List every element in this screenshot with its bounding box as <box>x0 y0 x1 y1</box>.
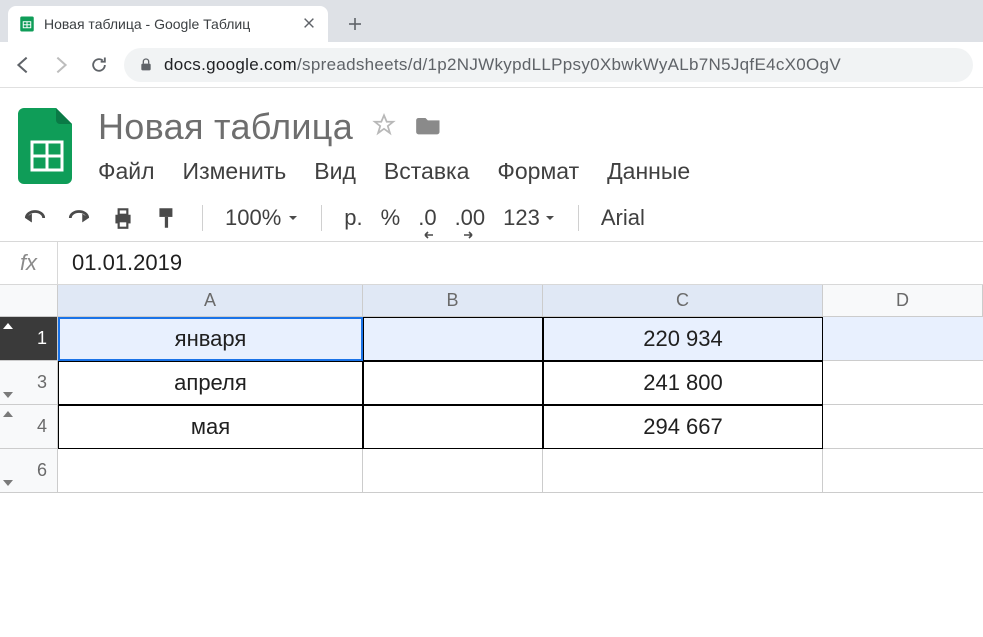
folder-icon[interactable] <box>415 111 443 144</box>
chevron-down-icon <box>287 212 299 224</box>
table-row: 6 <box>0 449 983 493</box>
sheet-toolbar: 100% р. % .0 .00 123 Arial <box>0 189 983 241</box>
menu-data[interactable]: Данные <box>607 158 690 185</box>
print-button[interactable] <box>110 205 136 231</box>
currency-button[interactable]: р. <box>344 205 362 231</box>
cell-d3[interactable] <box>823 361 983 405</box>
cell-b6[interactable] <box>363 449 543 493</box>
number-format-dropdown[interactable]: 123 <box>503 205 556 231</box>
row-header[interactable]: 6 <box>0 449 58 493</box>
select-all-corner[interactable] <box>0 285 58 316</box>
chevron-down-icon <box>544 212 556 224</box>
column-header-d[interactable]: D <box>823 285 983 316</box>
expand-down-icon[interactable] <box>3 480 13 486</box>
column-header-b[interactable]: B <box>363 285 543 316</box>
cell-a6[interactable] <box>58 449 363 493</box>
column-header-a[interactable]: A <box>58 285 363 316</box>
browser-toolbar: docs.google.com/spreadsheets/d/1p2NJWkyp… <box>0 42 983 88</box>
row-header[interactable]: 3 <box>0 361 58 405</box>
menu-insert[interactable]: Вставка <box>384 158 470 185</box>
menu-file[interactable]: Файл <box>98 158 155 185</box>
decrease-decimal-button[interactable]: .0 <box>418 205 436 231</box>
increase-decimal-button[interactable]: .00 <box>455 205 486 231</box>
menu-edit[interactable]: Изменить <box>183 158 287 185</box>
zoom-value: 100% <box>225 205 281 231</box>
column-headers: A B C D <box>0 285 983 317</box>
menu-bar: Файл Изменить Вид Вставка Формат Данные <box>98 158 690 185</box>
arrow-right-icon <box>461 231 475 239</box>
font-family-dropdown[interactable]: Arial <box>601 205 645 231</box>
cell-d1[interactable] <box>823 317 983 361</box>
cell-a4[interactable]: мая <box>58 405 363 449</box>
cell-b4[interactable] <box>363 405 543 449</box>
zoom-dropdown[interactable]: 100% <box>225 205 299 231</box>
toolbar-separator <box>202 205 203 231</box>
close-icon[interactable] <box>302 16 318 32</box>
back-button[interactable] <box>10 52 36 78</box>
cell-d4[interactable] <box>823 405 983 449</box>
redo-button[interactable] <box>66 205 92 231</box>
doc-title[interactable]: Новая таблица <box>98 106 353 148</box>
row-header[interactable]: 1 <box>0 317 58 361</box>
tab-title: Новая таблица - Google Таблиц <box>44 16 294 32</box>
cell-a3[interactable]: апреля <box>58 361 363 405</box>
row-header[interactable]: 4 <box>0 405 58 449</box>
star-icon[interactable] <box>371 112 397 143</box>
menu-format[interactable]: Формат <box>497 158 579 185</box>
address-bar[interactable]: docs.google.com/spreadsheets/d/1p2NJWkyp… <box>124 48 973 82</box>
browser-tab[interactable]: Новая таблица - Google Таблиц <box>8 6 328 42</box>
sheets-logo-icon[interactable] <box>18 106 78 184</box>
new-tab-button[interactable] <box>340 9 370 39</box>
percent-button[interactable]: % <box>381 205 401 231</box>
formula-input[interactable]: 01.01.2019 <box>58 250 983 276</box>
cell-b1[interactable] <box>363 317 543 361</box>
arrow-left-icon <box>422 231 436 239</box>
table-row: 3апреля 241 800 <box>0 361 983 405</box>
cell-c4[interactable]: 294 667 <box>543 405 823 449</box>
forward-button[interactable] <box>48 52 74 78</box>
undo-button[interactable] <box>22 205 48 231</box>
reload-button[interactable] <box>86 52 112 78</box>
table-row: 1января 220 934 <box>0 317 983 361</box>
sheets-favicon <box>18 15 36 33</box>
formula-bar: fx 01.01.2019 <box>0 241 983 285</box>
doc-header: Новая таблица Файл Изменить Вид Вставка … <box>0 88 983 189</box>
toolbar-separator <box>578 205 579 231</box>
browser-tab-strip: Новая таблица - Google Таблиц <box>0 0 983 42</box>
cell-c3[interactable]: 241 800 <box>543 361 823 405</box>
menu-view[interactable]: Вид <box>314 158 356 185</box>
cell-a1[interactable]: января <box>58 317 363 361</box>
expand-down-icon[interactable] <box>3 392 13 398</box>
paint-format-button[interactable] <box>154 205 180 231</box>
cell-c1[interactable]: 220 934 <box>543 317 823 361</box>
cell-b3[interactable] <box>363 361 543 405</box>
cell-d6[interactable] <box>823 449 983 493</box>
lock-icon <box>138 57 154 73</box>
expand-up-icon[interactable] <box>3 411 13 417</box>
url-text: docs.google.com/spreadsheets/d/1p2NJWkyp… <box>164 55 841 75</box>
column-header-c[interactable]: C <box>543 285 823 316</box>
toolbar-separator <box>321 205 322 231</box>
expand-up-icon[interactable] <box>3 323 13 329</box>
table-row: 4мая 294 667 <box>0 405 983 449</box>
fx-label: fx <box>0 242 58 284</box>
spreadsheet-grid: A B C D 1января220 9343апреля241 8004мая… <box>0 285 983 493</box>
cell-c6[interactable] <box>543 449 823 493</box>
